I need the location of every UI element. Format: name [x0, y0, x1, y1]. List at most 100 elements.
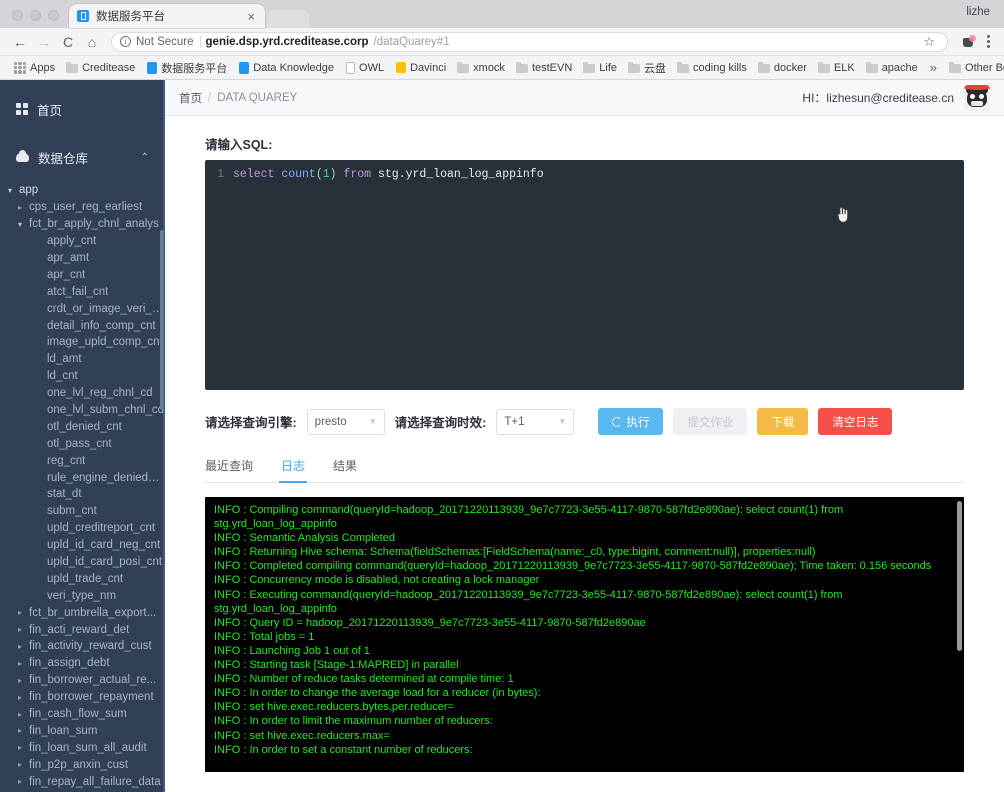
- tree-node[interactable]: ld_amt: [0, 351, 165, 368]
- tree-node[interactable]: ld_cnt: [0, 368, 165, 385]
- tree-node[interactable]: ▸ fin_acti_reward_det: [0, 621, 165, 638]
- tree-node[interactable]: apr_amt: [0, 250, 165, 267]
- sql-editor[interactable]: 1 select count(1) from stg.yrd_loan_log_…: [205, 160, 964, 390]
- tree-node[interactable]: stat_dt: [0, 486, 165, 503]
- tree-node[interactable]: crdt_or_image_veri_cnt: [0, 300, 165, 317]
- bookmark-apache[interactable]: apache: [861, 60, 923, 76]
- twisty-closed-icon[interactable]: ▸: [18, 710, 29, 719]
- tree-node[interactable]: subm_cnt: [0, 503, 165, 520]
- bookmark-creditease[interactable]: Creditease: [61, 60, 140, 76]
- tab-recent-queries[interactable]: 最近查询: [205, 453, 253, 482]
- submit-job-button[interactable]: 提交作业: [673, 408, 748, 435]
- tree-node[interactable]: one_lvl_subm_chnl_cd: [0, 402, 165, 419]
- bookmarks-overflow-icon[interactable]: »: [924, 60, 943, 75]
- maximize-window-button[interactable]: [48, 10, 59, 21]
- chevron-up-icon[interactable]: ⌃: [141, 152, 149, 163]
- twisty-closed-icon[interactable]: ▸: [18, 760, 29, 769]
- tree-node[interactable]: otl_pass_cnt: [0, 435, 165, 452]
- bookmark-docker[interactable]: docker: [753, 60, 812, 76]
- twisty-open-icon[interactable]: ▾: [18, 220, 29, 229]
- twisty-closed-icon[interactable]: ▸: [18, 608, 29, 617]
- forward-icon[interactable]: →: [33, 31, 55, 53]
- tree-node[interactable]: ▸ cps_user_reg_earliest: [0, 199, 165, 216]
- tree-node[interactable]: otl_denied_cnt: [0, 418, 165, 435]
- engine-select[interactable]: presto ▼: [306, 408, 385, 435]
- bookmark-life[interactable]: Life: [578, 60, 622, 76]
- download-button[interactable]: 下载: [757, 408, 809, 435]
- home-icon[interactable]: ⌂: [81, 31, 103, 53]
- tree-node[interactable]: image_upld_comp_cnt: [0, 334, 165, 351]
- tree-node[interactable]: ▾ fct_br_apply_chnl_analys: [0, 216, 165, 233]
- tree-node[interactable]: ▸ fin_p2p_anxin_cust: [0, 756, 165, 773]
- twisty-closed-icon[interactable]: ▸: [18, 625, 29, 634]
- not-secure-info-icon[interactable]: i: [120, 36, 131, 47]
- minimize-window-button[interactable]: [30, 10, 41, 21]
- bookmark-dsp[interactable]: 数据服务平台: [141, 58, 232, 78]
- tree-node[interactable]: ▸ fin_loan_sum: [0, 723, 165, 740]
- run-query-button[interactable]: 执行: [598, 408, 664, 435]
- profile-name-label[interactable]: lizhe: [966, 6, 990, 18]
- bookmark-xmock[interactable]: xmock: [452, 60, 510, 76]
- bookmark-other-bookmarks[interactable]: Other Bookmarks: [944, 60, 1004, 76]
- twisty-closed-icon[interactable]: ▸: [18, 659, 29, 668]
- twisty-closed-icon[interactable]: ▸: [18, 203, 29, 212]
- tree-node[interactable]: veri_type_nm: [0, 587, 165, 604]
- tree-node[interactable]: atct_fail_cnt: [0, 283, 165, 300]
- bookmark-star-icon[interactable]: ☆: [919, 34, 939, 50]
- sidebar-item-data-warehouse[interactable]: 数据仓库 ⌃: [0, 140, 165, 174]
- tree-node[interactable]: ▸ fin_repay_all_failure_data: [0, 773, 165, 790]
- avatar[interactable]: [964, 84, 990, 111]
- twisty-closed-icon[interactable]: ▸: [18, 642, 29, 651]
- clear-log-button[interactable]: 清空日志: [818, 408, 893, 435]
- tree-node[interactable]: detail_info_comp_cnt: [0, 317, 165, 334]
- timeliness-select[interactable]: T+1 ▼: [496, 408, 575, 435]
- window-traffic-lights[interactable]: [8, 10, 69, 28]
- reload-icon[interactable]: C: [57, 31, 79, 53]
- tab-logs[interactable]: 日志: [279, 453, 308, 483]
- tree-node[interactable]: ▸ fin_activity_reward_cust: [0, 638, 165, 655]
- bookmark-owl[interactable]: OWL: [340, 60, 389, 76]
- tree-node[interactable]: upld_id_card_posi_cnt: [0, 554, 165, 571]
- back-icon[interactable]: ←: [9, 31, 31, 53]
- tree-node[interactable]: ▸ fin_cash_flow_sum: [0, 706, 165, 723]
- twisty-closed-icon[interactable]: ▸: [18, 676, 29, 685]
- close-window-button[interactable]: [12, 10, 23, 21]
- twisty-open-icon[interactable]: ▾: [8, 186, 19, 195]
- new-tab-button[interactable]: [267, 10, 309, 28]
- bookmark-coding-kills[interactable]: coding kills: [672, 60, 752, 76]
- twisty-closed-icon[interactable]: ▸: [18, 693, 29, 702]
- tree-node[interactable]: ▸ fct_br_umbrella_export...: [0, 604, 165, 621]
- log-console[interactable]: INFO : Compiling command(queryId=hadoop_…: [205, 497, 964, 772]
- tree-node[interactable]: reg_cnt: [0, 452, 165, 469]
- console-scrollbar[interactable]: [957, 501, 962, 651]
- tab-close-icon[interactable]: ×: [245, 10, 257, 23]
- tab-results[interactable]: 结果: [333, 453, 357, 482]
- bookmark-elk[interactable]: ELK: [813, 60, 860, 76]
- address-bar[interactable]: i Not Secure genie.dsp.yrd.creditease.co…: [111, 31, 948, 52]
- bookmark-testevn[interactable]: testEVN: [511, 60, 577, 76]
- schema-tree[interactable]: ▾ app ▸ cps_user_reg_earliest ▾ fct_br_apply_…: [0, 178, 165, 792]
- tree-node[interactable]: rule_engine_denied_cnt: [0, 469, 165, 486]
- browser-tab[interactable]: 数据服务平台 ×: [69, 4, 265, 28]
- twisty-closed-icon[interactable]: ▸: [18, 726, 29, 735]
- tree-node[interactable]: ▸ fin_assign_debt: [0, 655, 165, 672]
- tree-node[interactable]: ▾ app: [0, 182, 165, 199]
- tree-node[interactable]: ▸ fin_borrower_actual_re...: [0, 672, 165, 689]
- bookmark-data-knowledge[interactable]: Data Knowledge: [233, 60, 339, 76]
- bookmark-davinci[interactable]: Davinci: [390, 60, 451, 76]
- twisty-closed-icon[interactable]: ▸: [18, 777, 29, 786]
- sidebar-item-home[interactable]: 首页: [0, 92, 165, 126]
- tree-node[interactable]: one_lvl_reg_chnl_cd: [0, 385, 165, 402]
- tree-node[interactable]: upld_trade_cnt: [0, 570, 165, 587]
- tree-node[interactable]: apply_cnt: [0, 233, 165, 250]
- tree-node[interactable]: upld_creditreport_cnt: [0, 520, 165, 537]
- tree-node[interactable]: upld_id_card_neg_cnt: [0, 537, 165, 554]
- bookmark-apps[interactable]: Apps: [9, 60, 60, 76]
- breadcrumb-home[interactable]: 首页: [179, 90, 202, 106]
- extension-icon[interactable]: [960, 34, 976, 50]
- tree-node[interactable]: ▸ fin_loan_sum_all_audit: [0, 739, 165, 756]
- bookmark-yunpan[interactable]: 云盘: [623, 58, 671, 78]
- chrome-menu-icon[interactable]: [982, 35, 995, 48]
- twisty-closed-icon[interactable]: ▸: [18, 743, 29, 752]
- tree-node[interactable]: apr_cnt: [0, 266, 165, 283]
